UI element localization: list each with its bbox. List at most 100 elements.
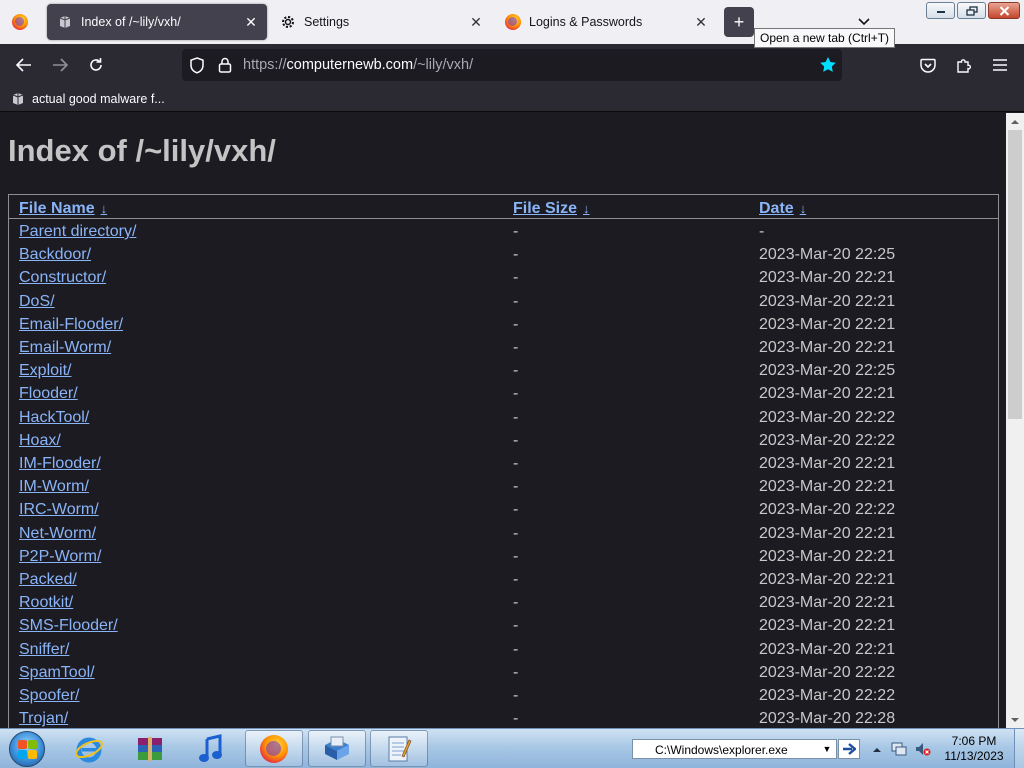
volume-muted-tray-icon[interactable] <box>915 741 931 757</box>
directory-link[interactable]: Flooder/ <box>19 385 78 403</box>
bookmark-star-icon[interactable] <box>818 55 838 75</box>
directory-link[interactable]: SMS-Flooder/ <box>19 617 118 635</box>
directory-link[interactable]: Packed/ <box>19 571 77 589</box>
directory-link[interactable]: Spoofer/ <box>19 687 79 705</box>
taskbar-firefox[interactable] <box>245 730 303 767</box>
reload-button[interactable] <box>81 50 111 80</box>
taskbar-itunes[interactable] <box>182 730 240 767</box>
table-row: Flooder/ - 2023-Mar-20 22:21 <box>9 382 998 405</box>
tab-logins-passwords[interactable]: Logins & Passwords ✕ <box>495 4 717 40</box>
taskbar-internet-explorer[interactable] <box>60 730 118 767</box>
sort-by-date-link[interactable]: Date ↓ <box>759 200 806 218</box>
scroll-down-button[interactable] <box>1006 712 1024 728</box>
directory-link[interactable]: Sniffer/ <box>19 641 69 659</box>
directory-link[interactable]: P2P-Worm/ <box>19 548 101 566</box>
directory-link[interactable]: Constructor/ <box>19 269 106 287</box>
sort-by-size-link[interactable]: File Size ↓ <box>513 200 590 218</box>
directory-link[interactable]: Email-Worm/ <box>19 339 111 357</box>
clock-time: 7:06 PM <box>951 734 997 748</box>
app-menu-button[interactable] <box>985 50 1015 80</box>
taskbar-winrar[interactable] <box>121 730 179 767</box>
tab-title: Logins & Passwords <box>529 15 643 29</box>
close-window-button[interactable] <box>988 2 1020 19</box>
scroll-up-button[interactable] <box>1006 113 1024 129</box>
system-clock[interactable]: 7:06 PM 11/13/2023 <box>936 734 1012 764</box>
directory-link[interactable]: Parent directory/ <box>19 223 136 241</box>
directory-link[interactable]: Email-Flooder/ <box>19 316 123 334</box>
directory-link[interactable]: SpamTool/ <box>19 664 95 682</box>
bookmark-actual-good-malware[interactable]: actual good malware f... <box>10 89 165 109</box>
show-hidden-icons-button[interactable] <box>869 741 885 757</box>
date-cell: 2023-Mar-20 22:21 <box>759 594 896 612</box>
extensions-button[interactable] <box>949 50 979 80</box>
plus-icon: + <box>733 11 745 32</box>
date-cell: 2023-Mar-20 22:21 <box>759 269 896 287</box>
directory-link[interactable]: Hoax/ <box>19 432 61 450</box>
table-row: DoS/ - 2023-Mar-20 22:21 <box>9 290 998 313</box>
new-tab-button[interactable]: + <box>724 7 754 37</box>
winrar-icon <box>138 736 162 761</box>
table-row: SMS-Flooder/ - 2023-Mar-20 22:21 <box>9 614 998 637</box>
tracking-protection-shield-icon[interactable] <box>188 56 206 74</box>
dropdown-arrow-icon[interactable]: ▼ <box>818 740 836 758</box>
date-cell: 2023-Mar-20 22:21 <box>759 478 896 496</box>
notepad-icon <box>388 736 412 761</box>
address-toolbar-go-button[interactable] <box>838 739 860 759</box>
bookmarks-toolbar: actual good malware f... <box>0 86 1024 112</box>
start-button[interactable] <box>4 729 50 768</box>
tab-settings[interactable]: Settings ✕ <box>270 4 492 40</box>
tab-close-icon[interactable]: ✕ <box>239 10 263 34</box>
taskbar-notepad[interactable] <box>370 730 428 767</box>
scrollbar-thumb[interactable] <box>1008 130 1022 419</box>
file-size-cell: - <box>513 315 519 333</box>
directory-link[interactable]: Trojan/ <box>19 710 68 728</box>
address-toolbar-input[interactable]: C:\Windows\explorer.exe ▼ <box>632 739 837 759</box>
directory-link[interactable]: Net-Worm/ <box>19 525 96 543</box>
directory-link[interactable]: Backdoor/ <box>19 246 91 264</box>
address-bar[interactable]: https://computernewb.com/~lily/vxh/ <box>182 49 842 81</box>
vertical-scrollbar[interactable] <box>1006 113 1024 728</box>
tab-close-icon[interactable]: ✕ <box>464 10 488 34</box>
minimize-button[interactable] <box>926 2 955 19</box>
forward-button[interactable] <box>45 50 75 80</box>
bookmark-label: actual good malware f... <box>32 92 165 106</box>
chevron-up-icon <box>873 747 881 752</box>
directory-link[interactable]: IM-Flooder/ <box>19 455 101 473</box>
file-size-cell: - <box>513 269 519 287</box>
minimize-icon <box>936 10 945 13</box>
table-row: Hoax/ - 2023-Mar-20 22:22 <box>9 429 998 452</box>
lock-icon[interactable] <box>216 56 234 74</box>
tab-index-of-vxh[interactable]: Index of /~lily/vxh/ ✕ <box>47 4 267 40</box>
show-desktop-button[interactable] <box>1014 729 1024 768</box>
restore-button[interactable] <box>957 2 986 19</box>
firefox-view-button[interactable] <box>0 0 40 44</box>
date-cell: 2023-Mar-20 22:21 <box>759 547 896 565</box>
date-cell: 2023-Mar-20 22:21 <box>759 315 896 333</box>
date-cell: 2023-Mar-20 22:21 <box>759 617 896 635</box>
pocket-button[interactable] <box>913 50 943 80</box>
table-row: Rootkit/ - 2023-Mar-20 22:21 <box>9 591 998 614</box>
table-row: Exploit/ - 2023-Mar-20 22:25 <box>9 359 998 382</box>
table-row: SpamTool/ - 2023-Mar-20 22:22 <box>9 661 998 684</box>
back-button[interactable] <box>9 50 39 80</box>
table-row: Packed/ - 2023-Mar-20 22:21 <box>9 568 998 591</box>
taskbar-explorer[interactable] <box>308 730 366 767</box>
directory-link[interactable]: Exploit/ <box>19 362 71 380</box>
url-path: /~lily/vxh/ <box>413 57 474 73</box>
address-toolbar-value: C:\Windows\explorer.exe <box>655 743 788 757</box>
table-row: HackTool/ - 2023-Mar-20 22:22 <box>9 406 998 429</box>
table-row: Sniffer/ - 2023-Mar-20 22:21 <box>9 638 998 661</box>
pocket-icon <box>920 58 936 73</box>
directory-link[interactable]: IM-Worm/ <box>19 478 89 496</box>
sort-by-name-link[interactable]: File Name ↓ <box>19 200 107 218</box>
table-row: Spoofer/ - 2023-Mar-20 22:22 <box>9 684 998 707</box>
column-name-label: File Name <box>19 200 95 217</box>
tab-close-icon[interactable]: ✕ <box>689 10 713 34</box>
directory-link[interactable]: Rootkit/ <box>19 594 73 612</box>
directory-link[interactable]: DoS/ <box>19 293 55 311</box>
directory-link[interactable]: HackTool/ <box>19 409 89 427</box>
internet-explorer-icon <box>75 737 103 762</box>
url-text[interactable]: https://computernewb.com/~lily/vxh/ <box>243 57 473 73</box>
directory-link[interactable]: IRC-Worm/ <box>19 501 99 519</box>
network-tray-icon[interactable] <box>891 741 907 757</box>
